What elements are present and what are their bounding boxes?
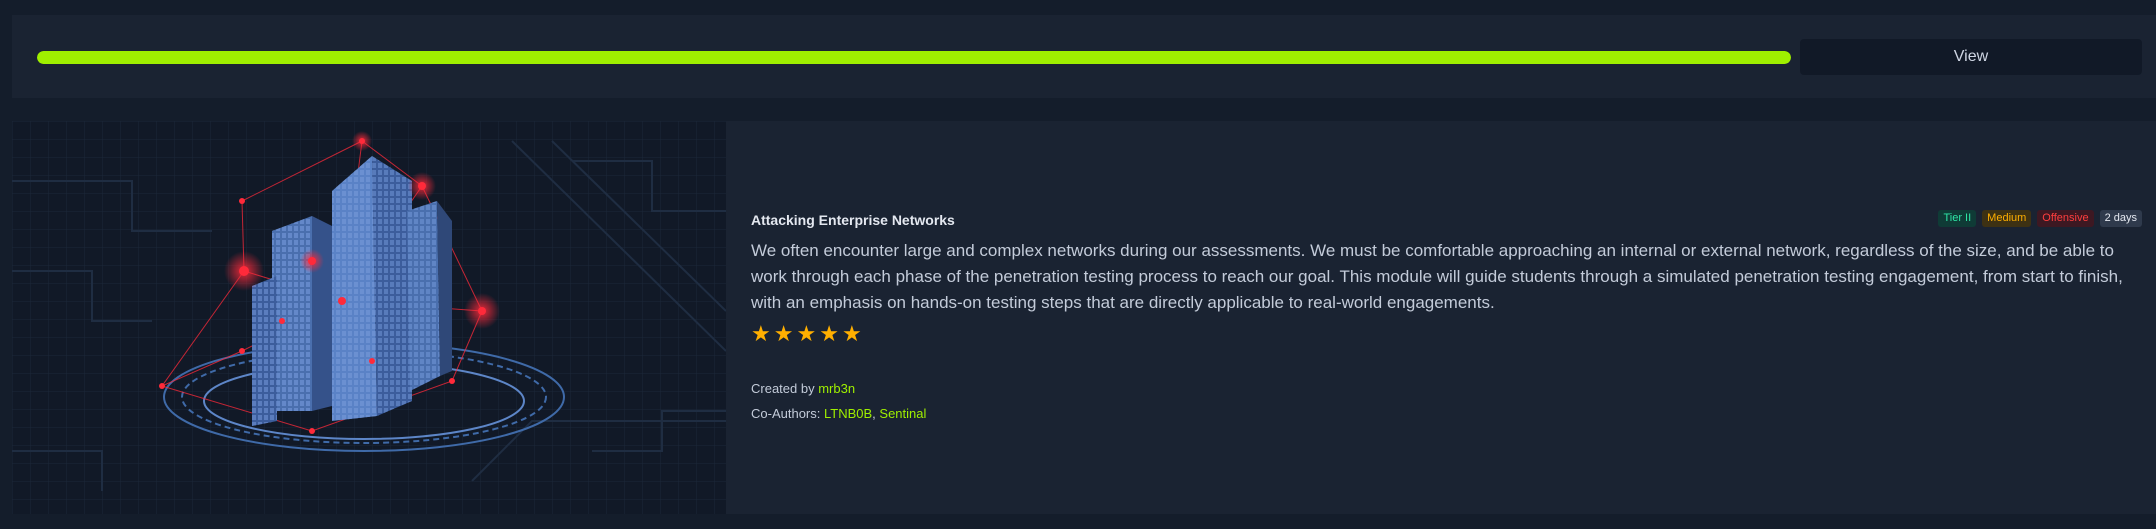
star-icon: ★ bbox=[773, 321, 794, 346]
co-authors: Co-Authors: LTNB0B, Sentinal bbox=[751, 406, 926, 421]
module-image bbox=[12, 121, 726, 514]
star-icon: ★ bbox=[751, 321, 771, 346]
coauthor-link[interactable]: Sentinal bbox=[879, 406, 926, 421]
star-icon: ★ bbox=[819, 321, 839, 346]
star-icon: ★ bbox=[841, 321, 862, 346]
module-title[interactable]: Attacking Enterprise Networks bbox=[751, 212, 955, 228]
co-authors-label: Co-Authors: bbox=[751, 406, 821, 421]
module-badges: Tier II Medium Offensive 2 days bbox=[1938, 210, 2142, 227]
building-network-illustration bbox=[12, 121, 726, 514]
module-progress-bar bbox=[37, 51, 1791, 64]
module-body: Attacking Enterprise Networks Tier II Me… bbox=[751, 121, 2142, 514]
creator-link[interactable]: mrb3n bbox=[818, 381, 855, 396]
coauthor-link[interactable]: LTNB0B bbox=[824, 406, 872, 421]
star-icon: ★ bbox=[796, 321, 817, 346]
module-card[interactable]: Attacking Enterprise Networks Tier II Me… bbox=[12, 121, 2156, 514]
duration-badge: 2 days bbox=[2099, 210, 2142, 227]
difficulty-badge: Medium bbox=[1982, 210, 2032, 227]
created-by-label: Created by bbox=[751, 381, 815, 396]
module-progress-fill bbox=[37, 51, 1791, 64]
category-badge: Offensive bbox=[2037, 210, 2094, 227]
module-description: We often encounter large and complex net… bbox=[751, 241, 2123, 312]
progress-card: View bbox=[12, 15, 2156, 98]
created-by: Created by mrb3n bbox=[751, 381, 855, 396]
view-button[interactable]: View bbox=[1800, 39, 2142, 75]
tier-badge: Tier II bbox=[1938, 210, 1977, 227]
rating-stars: ★ ★ ★ ★ ★ bbox=[751, 323, 862, 345]
